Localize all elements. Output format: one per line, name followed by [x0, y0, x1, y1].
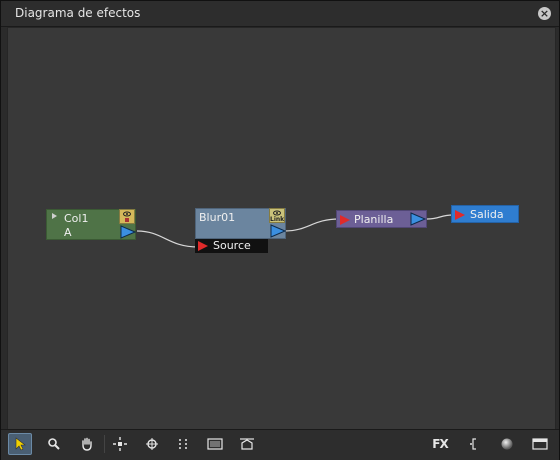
maximize-icon: [240, 438, 254, 450]
node-col1-sub: A: [64, 226, 72, 239]
window-title: Diagrama de efectos: [15, 6, 141, 20]
selection-tool-button[interactable]: [8, 433, 32, 455]
bracket-icon: [470, 438, 476, 450]
node-salida[interactable]: Salida: [451, 205, 519, 223]
node-salida-name: Salida: [470, 208, 504, 221]
output-port-icon[interactable]: [120, 225, 136, 239]
window-menu-button[interactable]: [528, 433, 552, 455]
node-planilla-name: Planilla: [354, 213, 394, 226]
wire-planilla-to-salida: [426, 214, 454, 220]
node-blur01[interactable]: Blur01 Link: [195, 208, 286, 239]
zoom-tool-button[interactable]: [42, 433, 66, 455]
titlebar[interactable]: Diagrama de efectos ×: [1, 1, 559, 27]
grid-dots-icon: [179, 439, 187, 449]
link-badge[interactable]: Link: [269, 208, 285, 223]
fx-browser-button[interactable]: FX: [428, 433, 452, 455]
crosshair-icon: [146, 438, 158, 450]
node-expand-icon[interactable]: [51, 212, 58, 220]
node-blur01-name: Blur01: [199, 211, 236, 224]
node-col1-name: Col1: [64, 212, 89, 225]
maximize-nodes-button[interactable]: [235, 433, 259, 455]
frame-icon: [207, 438, 223, 450]
node-blur01-source-port[interactable]: Source: [195, 239, 268, 253]
input-port-icon[interactable]: [197, 240, 209, 252]
fit-to-window-button[interactable]: [108, 433, 132, 455]
wire-blur-to-planilla: [284, 218, 340, 232]
node-col1[interactable]: Col1 A: [46, 209, 136, 240]
windows-icon: [532, 438, 548, 450]
fx-label: FX: [432, 437, 448, 451]
reorder-nodes-button[interactable]: [171, 433, 195, 455]
schematic-canvas[interactable]: Col1 A Blur01 Link Source Planilla Salid…: [7, 27, 556, 430]
link-label: Link: [270, 216, 285, 223]
fit-icon: [113, 437, 127, 451]
magnifier-icon: [48, 438, 60, 450]
schematic-toolbar: FX: [1, 429, 559, 460]
render-toggle-icon[interactable]: [119, 209, 135, 224]
fx-schematic-window: Diagrama de efectos × Col1 A Blur01 Link: [0, 0, 560, 460]
hand-icon: [82, 437, 92, 451]
output-port-icon[interactable]: [270, 224, 286, 238]
output-port-button[interactable]: [462, 433, 486, 455]
reset-size-button[interactable]: [203, 433, 227, 455]
node-planilla[interactable]: Planilla: [336, 210, 427, 228]
toolbar-separator: [104, 435, 105, 453]
input-port-icon[interactable]: [454, 209, 466, 221]
preview-toggle-button[interactable]: [495, 433, 519, 455]
hand-tool-button[interactable]: [75, 433, 99, 455]
output-port-icon[interactable]: [410, 212, 426, 226]
sphere-icon: [501, 438, 513, 450]
close-icon[interactable]: ×: [538, 7, 551, 20]
wire-col1-to-source: [136, 230, 199, 248]
source-port-label: Source: [213, 239, 251, 252]
arrow-pointer-icon: [15, 437, 26, 451]
focus-on-current-button[interactable]: [140, 433, 164, 455]
input-port-icon[interactable]: [339, 214, 351, 226]
